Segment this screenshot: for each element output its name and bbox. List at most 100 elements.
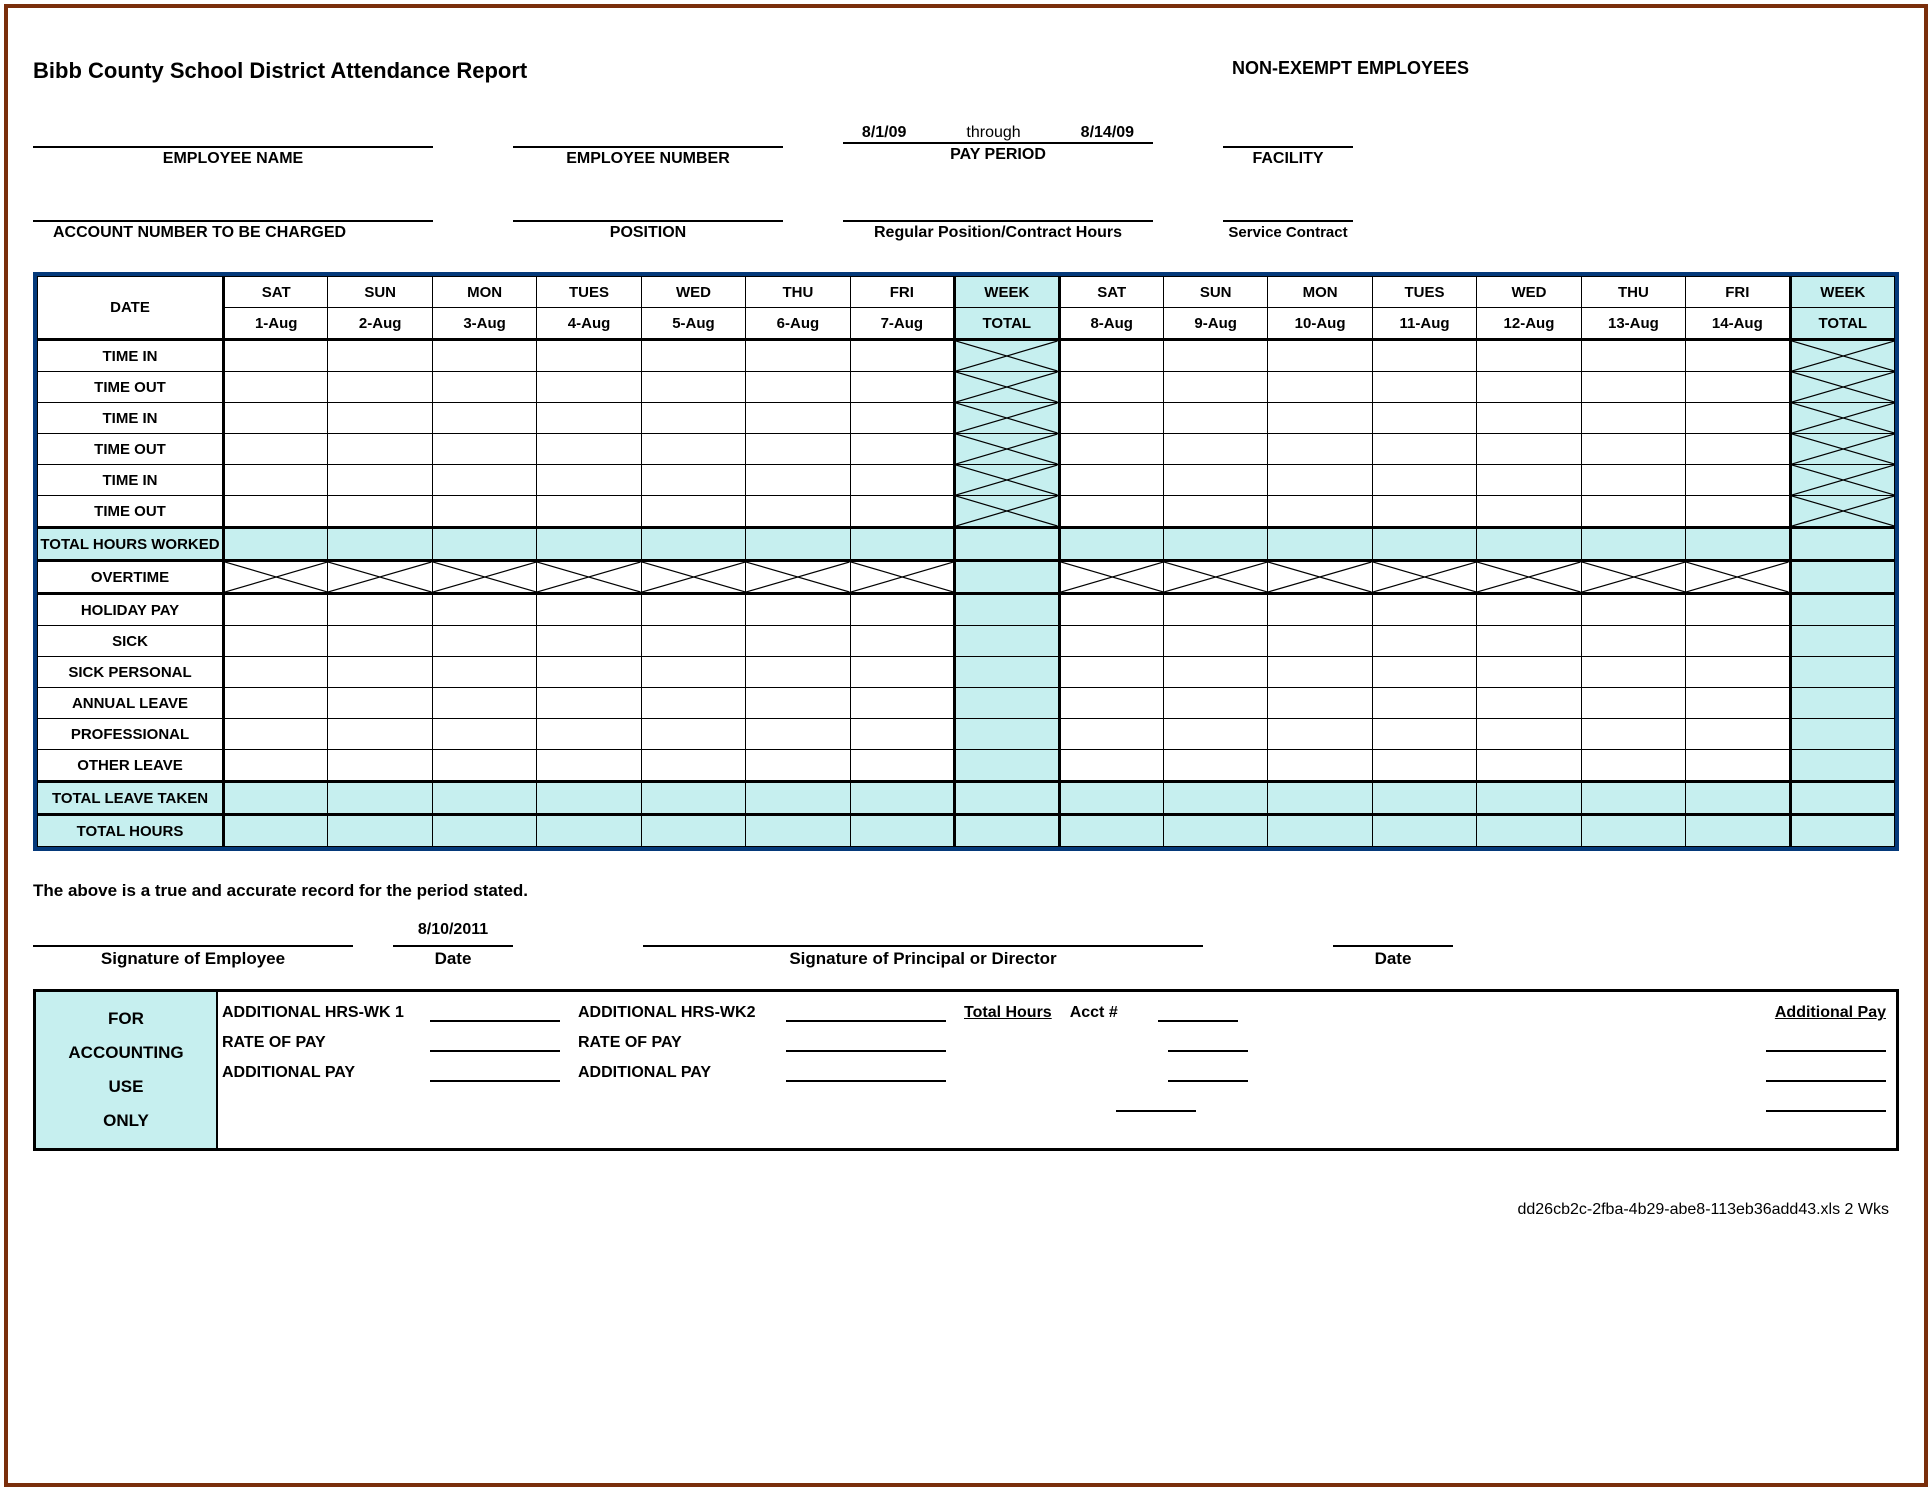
- grid-cell[interactable]: [1163, 434, 1267, 465]
- grid-cell[interactable]: [432, 688, 536, 719]
- grid-cell[interactable]: [1163, 815, 1267, 847]
- grid-cell[interactable]: [1790, 594, 1894, 626]
- grid-cell[interactable]: [1268, 815, 1372, 847]
- grid-cell[interactable]: [1686, 372, 1790, 403]
- grid-cell[interactable]: [850, 594, 954, 626]
- grid-cell[interactable]: [1372, 434, 1476, 465]
- grid-cell[interactable]: [1268, 372, 1372, 403]
- grid-cell[interactable]: [432, 372, 536, 403]
- grid-cell[interactable]: [328, 594, 432, 626]
- grid-cell[interactable]: [955, 815, 1059, 847]
- grid-cell[interactable]: [1790, 465, 1894, 496]
- grid-cell[interactable]: [1163, 561, 1267, 594]
- grid-cell[interactable]: [1477, 719, 1581, 750]
- grid-cell[interactable]: [224, 528, 328, 561]
- grid-cell[interactable]: [537, 465, 641, 496]
- grid-cell[interactable]: [537, 626, 641, 657]
- grid-cell[interactable]: [328, 561, 432, 594]
- grid-cell[interactable]: [850, 496, 954, 528]
- grid-cell[interactable]: [1477, 434, 1581, 465]
- grid-cell[interactable]: [432, 815, 536, 847]
- grid-cell[interactable]: [432, 434, 536, 465]
- grid-cell[interactable]: [1477, 782, 1581, 815]
- grid-cell[interactable]: [1686, 815, 1790, 847]
- grid-cell[interactable]: [1686, 688, 1790, 719]
- grid-cell[interactable]: [1163, 528, 1267, 561]
- grid-cell[interactable]: [1268, 528, 1372, 561]
- grid-cell[interactable]: [850, 719, 954, 750]
- grid-cell[interactable]: [1059, 561, 1163, 594]
- grid-cell[interactable]: [537, 434, 641, 465]
- grid-cell[interactable]: [1790, 750, 1894, 782]
- grid-cell[interactable]: [955, 340, 1059, 372]
- grid-cell[interactable]: [537, 750, 641, 782]
- grid-cell[interactable]: [432, 719, 536, 750]
- grid-cell[interactable]: [1163, 719, 1267, 750]
- grid-cell[interactable]: [1477, 688, 1581, 719]
- acct-num-line[interactable]: [1158, 1000, 1238, 1022]
- grid-cell[interactable]: [850, 434, 954, 465]
- grid-cell[interactable]: [224, 688, 328, 719]
- grid-cell[interactable]: [328, 340, 432, 372]
- grid-cell[interactable]: [746, 561, 850, 594]
- grid-cell[interactable]: [1163, 465, 1267, 496]
- grid-cell[interactable]: [1372, 594, 1476, 626]
- grid-cell[interactable]: [955, 372, 1059, 403]
- grid-cell[interactable]: [1268, 719, 1372, 750]
- grid-cell[interactable]: [1686, 403, 1790, 434]
- grid-cell[interactable]: [1372, 561, 1476, 594]
- grid-cell[interactable]: [746, 688, 850, 719]
- grid-cell[interactable]: [850, 403, 954, 434]
- grid-cell[interactable]: [537, 688, 641, 719]
- grid-cell[interactable]: [955, 496, 1059, 528]
- grid-cell[interactable]: [1163, 372, 1267, 403]
- additional-pay-line-2[interactable]: [1766, 1060, 1886, 1082]
- grid-cell[interactable]: [641, 719, 745, 750]
- grid-cell[interactable]: [432, 561, 536, 594]
- grid-cell[interactable]: [1581, 561, 1685, 594]
- grid-cell[interactable]: [1477, 340, 1581, 372]
- grid-cell[interactable]: [746, 782, 850, 815]
- grid-cell[interactable]: [1581, 626, 1685, 657]
- grid-cell[interactable]: [1477, 815, 1581, 847]
- grid-cell[interactable]: [1790, 434, 1894, 465]
- grid-cell[interactable]: [224, 434, 328, 465]
- grid-cell[interactable]: [955, 594, 1059, 626]
- grid-cell[interactable]: [537, 815, 641, 847]
- grid-cell[interactable]: [1477, 372, 1581, 403]
- grid-cell[interactable]: [537, 782, 641, 815]
- grid-cell[interactable]: [224, 465, 328, 496]
- grid-cell[interactable]: [746, 626, 850, 657]
- grid-cell[interactable]: [432, 594, 536, 626]
- grid-cell[interactable]: [1477, 528, 1581, 561]
- grid-cell[interactable]: [1163, 657, 1267, 688]
- grid-cell[interactable]: [955, 434, 1059, 465]
- grid-cell[interactable]: [537, 403, 641, 434]
- grid-cell[interactable]: [1372, 528, 1476, 561]
- grid-cell[interactable]: [1581, 688, 1685, 719]
- grid-cell[interactable]: [1581, 496, 1685, 528]
- grid-cell[interactable]: [537, 372, 641, 403]
- grid-cell[interactable]: [955, 782, 1059, 815]
- grid-cell[interactable]: [224, 657, 328, 688]
- grid-cell[interactable]: [1790, 528, 1894, 561]
- grid-cell[interactable]: [1059, 626, 1163, 657]
- acct-num-line-4[interactable]: [1116, 1090, 1196, 1112]
- employee-number-line[interactable]: [513, 124, 783, 148]
- reg-hours-line[interactable]: [843, 198, 1153, 222]
- grid-cell[interactable]: [432, 465, 536, 496]
- additional-pay-2-line[interactable]: [786, 1060, 946, 1082]
- grid-cell[interactable]: [1059, 528, 1163, 561]
- grid-cell[interactable]: [1372, 815, 1476, 847]
- director-signature-line[interactable]: [643, 921, 1203, 947]
- grid-cell[interactable]: [641, 561, 745, 594]
- grid-cell[interactable]: [328, 496, 432, 528]
- additional-pay-1-line[interactable]: [430, 1060, 560, 1082]
- employee-name-line[interactable]: [33, 124, 433, 148]
- grid-cell[interactable]: [328, 815, 432, 847]
- grid-cell[interactable]: [1059, 782, 1163, 815]
- grid-cell[interactable]: [1790, 496, 1894, 528]
- grid-cell[interactable]: [1686, 719, 1790, 750]
- grid-cell[interactable]: [432, 657, 536, 688]
- grid-cell[interactable]: [1059, 719, 1163, 750]
